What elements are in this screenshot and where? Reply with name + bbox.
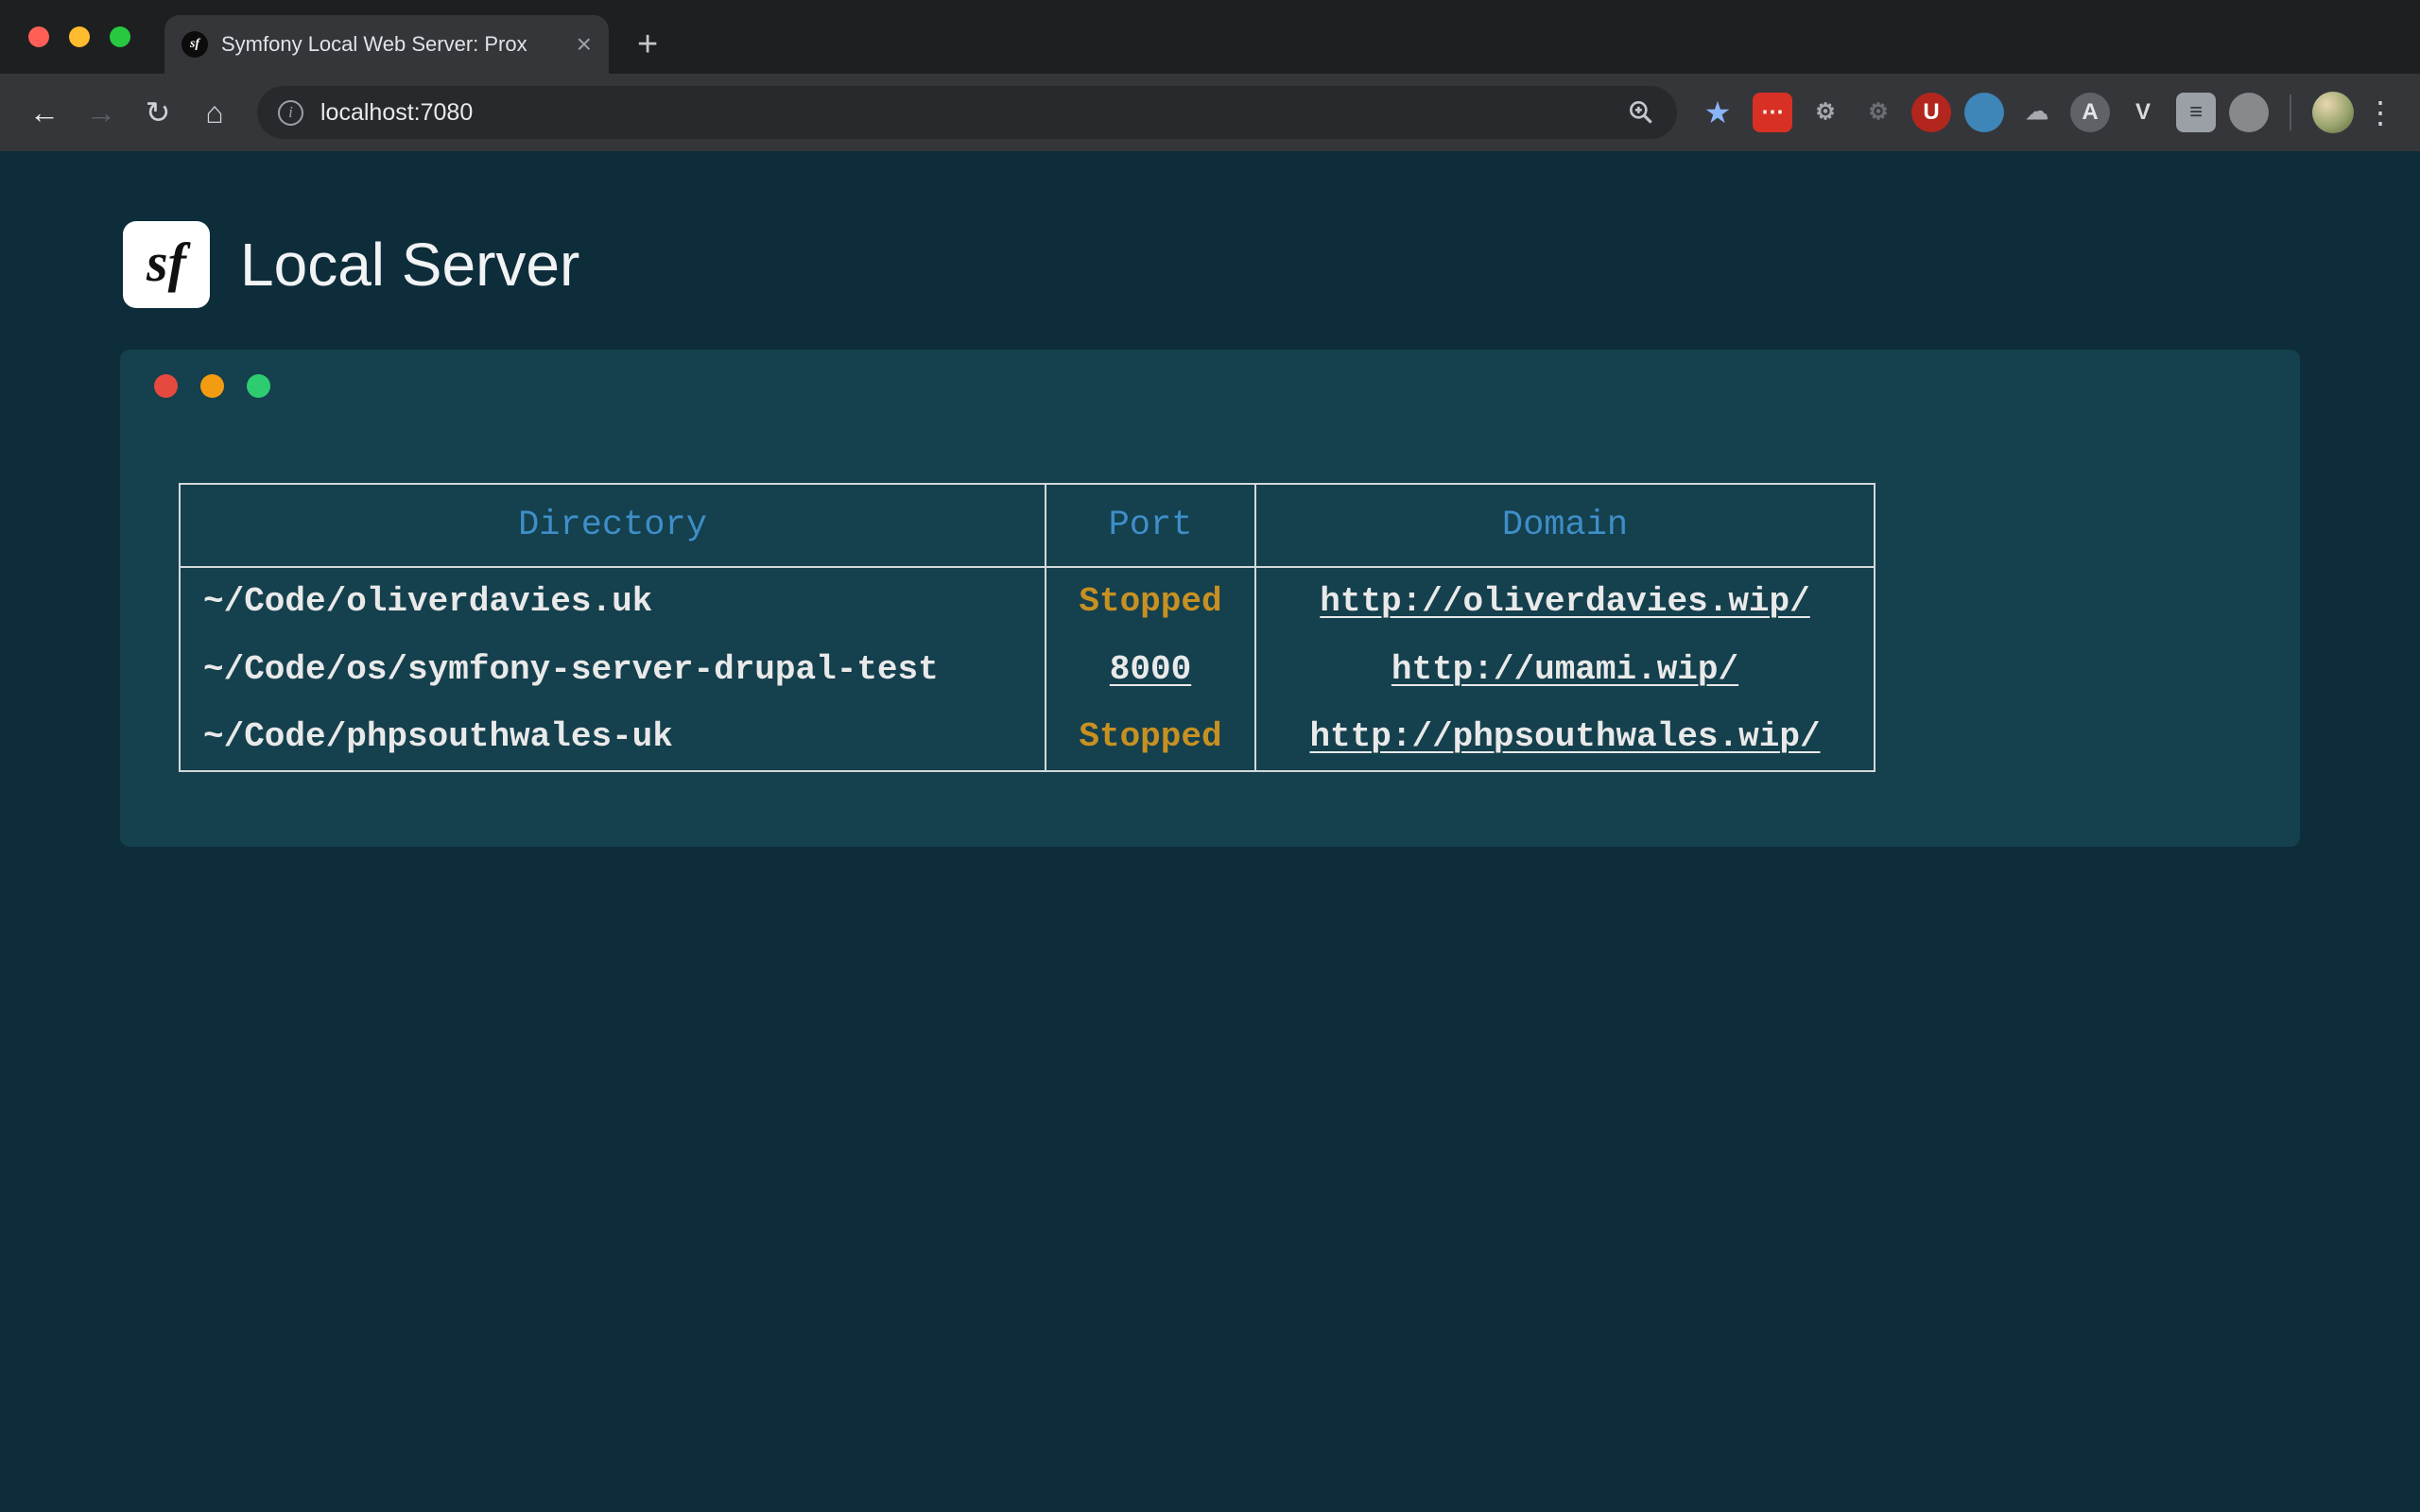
tab-favicon-icon: sf	[182, 31, 208, 58]
domain-link[interactable]: http://oliverdavies.wip/	[1320, 582, 1809, 621]
domain-cell: http://umami.wip/	[1255, 635, 1875, 703]
browser-tab[interactable]: sf Symfony Local Web Server: Prox ×	[164, 15, 609, 74]
table-row: ~/Code/oliverdavies.ukStopped http://oliv…	[180, 567, 1875, 635]
window-close-button[interactable]	[28, 26, 49, 47]
server-table-body: ~/Code/oliverdavies.ukStopped http://oliv…	[180, 567, 1875, 771]
symfony-logo: sf	[123, 221, 210, 308]
toolbar-divider	[2290, 94, 2291, 130]
window-minimize-button[interactable]	[69, 26, 90, 47]
port-cell: Stopped	[1046, 567, 1255, 635]
tab-close-icon[interactable]: ×	[577, 31, 592, 58]
port-link[interactable]: 8000	[1110, 650, 1191, 689]
extensions-bar: ⋯ ⚙ ⚙ U ☁ AV ≡	[1753, 93, 2269, 132]
column-header-domain: Domain	[1255, 484, 1875, 567]
domain-cell: http://phpsouthwales.wip/	[1255, 703, 1875, 771]
extension-notes-icon[interactable]: ≡	[2176, 93, 2216, 132]
extension-dark-gear-icon[interactable]: ⚙	[1858, 93, 1898, 132]
extension-cat-icon[interactable]	[2229, 93, 2269, 132]
bookmark-star-icon[interactable]: ★	[1694, 94, 1741, 130]
server-table: Directory Port Domain ~/Code/oliverdavie…	[179, 483, 1876, 772]
extension-ublock-icon[interactable]: U	[1911, 93, 1951, 132]
port-cell: Stopped	[1046, 703, 1255, 771]
extension-red-menu-icon[interactable]: ⋯	[1753, 93, 1792, 132]
site-info-icon[interactable]: i	[278, 100, 303, 126]
page-header: sf Local Server	[0, 151, 2420, 308]
card-red-dot	[154, 374, 178, 398]
server-card: Directory Port Domain ~/Code/oliverdavie…	[120, 350, 2300, 847]
card-yellow-dot	[200, 374, 224, 398]
zoom-icon[interactable]	[1626, 97, 1656, 128]
page-title: Local Server	[240, 230, 579, 300]
forward-button[interactable]: →	[76, 87, 127, 138]
reload-button[interactable]: ↻	[132, 87, 183, 138]
tab-title: Symfony Local Web Server: Prox	[221, 32, 563, 57]
directory-cell: ~/Code/phpsouthwales-uk	[180, 703, 1046, 771]
extension-gear-icon[interactable]: ⚙	[1806, 93, 1845, 132]
extension-blue-circle-icon[interactable]	[1964, 93, 2004, 132]
domain-cell: http://oliverdavies.wip/	[1255, 567, 1875, 635]
domain-link[interactable]: http://umami.wip/	[1392, 650, 1738, 689]
url-text[interactable]: localhost:7080	[320, 99, 1609, 127]
extension-a-badge-icon[interactable]: A	[2070, 93, 2110, 132]
card-window-dots	[154, 374, 270, 398]
card-green-dot	[247, 374, 270, 398]
extension-v-icon[interactable]: V	[2123, 93, 2163, 132]
page-content: sf Local Server Directory Port Domain ~/…	[0, 151, 2420, 1512]
browser-chrome: sf Symfony Local Web Server: Prox × + ← …	[0, 0, 2420, 151]
back-button[interactable]: ←	[19, 87, 70, 138]
window-controls	[0, 26, 130, 47]
window-zoom-button[interactable]	[110, 26, 130, 47]
port-cell: 8000	[1046, 635, 1255, 703]
browser-toolbar: ← → ↻ ⌂ i localhost:7080 ★ ⋯ ⚙ ⚙ U ☁ AV ≡ ⋮	[0, 74, 2420, 151]
browser-menu-icon[interactable]: ⋮	[2360, 94, 2401, 130]
directory-cell: ~/Code/oliverdavies.uk	[180, 567, 1046, 635]
new-tab-button[interactable]: +	[628, 15, 667, 74]
home-button[interactable]: ⌂	[189, 87, 240, 138]
extension-cloud-icon[interactable]: ☁	[2017, 93, 2057, 132]
table-row: ~/Code/phpsouthwales-ukStopped http://php…	[180, 703, 1875, 771]
table-header-row: Directory Port Domain	[180, 484, 1875, 567]
table-row: ~/Code/os/symfony-server-drupal-test 8000…	[180, 635, 1875, 703]
column-header-port: Port	[1046, 484, 1255, 567]
profile-avatar[interactable]	[2312, 92, 2354, 133]
column-header-directory: Directory	[180, 484, 1046, 567]
domain-link[interactable]: http://phpsouthwales.wip/	[1309, 717, 1820, 756]
symfony-logo-text: sf	[147, 231, 186, 294]
address-bar[interactable]: i localhost:7080	[257, 86, 1677, 139]
tab-strip: sf Symfony Local Web Server: Prox × +	[0, 0, 2420, 74]
directory-cell: ~/Code/os/symfony-server-drupal-test	[180, 635, 1046, 703]
